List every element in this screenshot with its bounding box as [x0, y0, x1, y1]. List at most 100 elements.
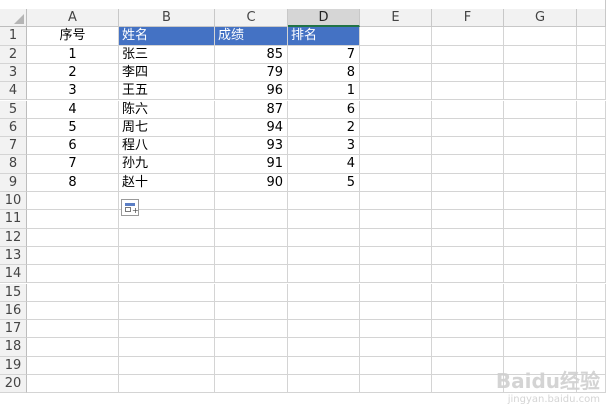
- cell-filler11[interactable]: [577, 210, 606, 229]
- cell-filler17[interactable]: [577, 320, 606, 339]
- row-header-7[interactable]: 7: [0, 137, 27, 156]
- cell-a18[interactable]: [27, 338, 119, 357]
- cell-g5[interactable]: [504, 100, 577, 119]
- select-all-corner[interactable]: [0, 9, 27, 28]
- cell-f19[interactable]: [432, 356, 504, 375]
- cell-a13[interactable]: [27, 246, 119, 266]
- cell-filler14[interactable]: [577, 265, 606, 284]
- cell-f20[interactable]: [432, 375, 504, 394]
- cell-d1[interactable]: 排名: [288, 27, 360, 46]
- row-header-17[interactable]: 17: [0, 320, 27, 339]
- cell-e4[interactable]: [360, 82, 432, 101]
- cell-g1[interactable]: [504, 27, 577, 46]
- cell-b20[interactable]: [119, 375, 215, 394]
- cell-d11[interactable]: [288, 210, 360, 229]
- cell-c6[interactable]: 94: [215, 118, 288, 138]
- cell-c20[interactable]: [215, 375, 288, 394]
- row-header-5[interactable]: 5: [0, 100, 27, 119]
- cell-f3[interactable]: [432, 63, 504, 83]
- cell-b15[interactable]: [119, 283, 215, 302]
- row-header-20[interactable]: 20: [0, 375, 27, 394]
- cell-c17[interactable]: [215, 320, 288, 339]
- cell-filler8[interactable]: [577, 155, 606, 174]
- cell-c2[interactable]: 85: [215, 45, 288, 64]
- cell-g6[interactable]: [504, 118, 577, 138]
- cell-a19[interactable]: [27, 356, 119, 375]
- row-header-1[interactable]: 1: [0, 27, 27, 46]
- cell-filler10[interactable]: [577, 192, 606, 211]
- cell-b7[interactable]: 程八: [119, 137, 215, 156]
- cell-d12[interactable]: [288, 228, 360, 247]
- cell-g14[interactable]: [504, 265, 577, 284]
- cell-a3[interactable]: 2: [27, 63, 119, 83]
- cell-e14[interactable]: [360, 265, 432, 284]
- cell-filler4[interactable]: [577, 82, 606, 101]
- cell-e18[interactable]: [360, 338, 432, 357]
- cell-d20[interactable]: [288, 375, 360, 394]
- cell-e19[interactable]: [360, 356, 432, 375]
- cell-g11[interactable]: [504, 210, 577, 229]
- row-header-10[interactable]: 10: [0, 192, 27, 211]
- cell-a14[interactable]: [27, 265, 119, 284]
- cell-e8[interactable]: [360, 155, 432, 174]
- cell-f17[interactable]: [432, 320, 504, 339]
- cell-f8[interactable]: [432, 155, 504, 174]
- row-header-11[interactable]: 11: [0, 210, 27, 229]
- cell-a20[interactable]: [27, 375, 119, 394]
- cell-e12[interactable]: [360, 228, 432, 247]
- cell-f16[interactable]: [432, 301, 504, 321]
- cell-c1[interactable]: 成绩: [215, 27, 288, 46]
- cell-g17[interactable]: [504, 320, 577, 339]
- cell-d5[interactable]: 6: [288, 100, 360, 119]
- cell-filler13[interactable]: [577, 246, 606, 266]
- cell-g8[interactable]: [504, 155, 577, 174]
- cell-f14[interactable]: [432, 265, 504, 284]
- cell-e1[interactable]: [360, 27, 432, 46]
- cell-c8[interactable]: 91: [215, 155, 288, 174]
- cell-c12[interactable]: [215, 228, 288, 247]
- cell-d10[interactable]: [288, 192, 360, 211]
- cell-g7[interactable]: [504, 137, 577, 156]
- cell-a9[interactable]: 8: [27, 173, 119, 192]
- row-header-3[interactable]: 3: [0, 63, 27, 83]
- row-header-14[interactable]: 14: [0, 265, 27, 284]
- row-header-18[interactable]: 18: [0, 338, 27, 357]
- cell-filler15[interactable]: [577, 283, 606, 302]
- cell-filler5[interactable]: [577, 100, 606, 119]
- cell-b2[interactable]: 张三: [119, 45, 215, 64]
- cell-b14[interactable]: [119, 265, 215, 284]
- cell-a5[interactable]: 4: [27, 100, 119, 119]
- cell-e17[interactable]: [360, 320, 432, 339]
- cell-g15[interactable]: [504, 283, 577, 302]
- cell-b1[interactable]: 姓名: [119, 27, 215, 46]
- cell-c18[interactable]: [215, 338, 288, 357]
- cell-f5[interactable]: [432, 100, 504, 119]
- cell-c15[interactable]: [215, 283, 288, 302]
- row-header-13[interactable]: 13: [0, 246, 27, 266]
- cell-g10[interactable]: [504, 192, 577, 211]
- cell-g4[interactable]: [504, 82, 577, 101]
- cell-e10[interactable]: [360, 192, 432, 211]
- cell-f7[interactable]: [432, 137, 504, 156]
- cell-e13[interactable]: [360, 246, 432, 266]
- cell-e16[interactable]: [360, 301, 432, 321]
- cell-d8[interactable]: 4: [288, 155, 360, 174]
- cell-filler12[interactable]: [577, 228, 606, 247]
- cell-a16[interactable]: [27, 301, 119, 321]
- row-header-6[interactable]: 6: [0, 118, 27, 138]
- cell-d16[interactable]: [288, 301, 360, 321]
- row-header-15[interactable]: 15: [0, 283, 27, 302]
- cell-a1[interactable]: 序号: [27, 27, 119, 46]
- cell-c14[interactable]: [215, 265, 288, 284]
- cell-filler16[interactable]: [577, 301, 606, 321]
- cell-b5[interactable]: 陈六: [119, 100, 215, 119]
- cell-a10[interactable]: [27, 192, 119, 211]
- cell-g3[interactable]: [504, 63, 577, 83]
- cell-d7[interactable]: 3: [288, 137, 360, 156]
- cell-f2[interactable]: [432, 45, 504, 64]
- row-header-16[interactable]: 16: [0, 301, 27, 321]
- cell-d3[interactable]: 8: [288, 63, 360, 83]
- row-header-12[interactable]: 12: [0, 228, 27, 247]
- cell-f15[interactable]: [432, 283, 504, 302]
- cell-g12[interactable]: [504, 228, 577, 247]
